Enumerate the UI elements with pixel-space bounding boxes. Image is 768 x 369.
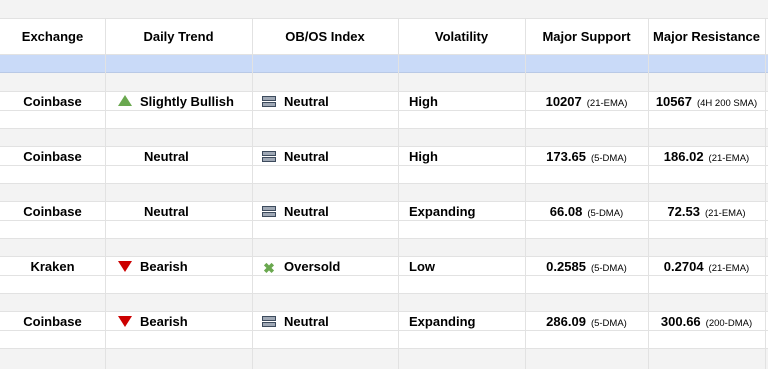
obos-cell[interactable]: ✖ Oversold: [262, 258, 340, 276]
exchange-cell[interactable]: Kraken: [0, 258, 105, 276]
support-note: (5-DMA): [590, 153, 627, 164]
support-cell[interactable]: 10207 (21-EMA): [525, 93, 648, 111]
exchange-cell[interactable]: Coinbase: [0, 148, 105, 166]
obos-cell[interactable]: Neutral: [262, 148, 329, 166]
support-note: (5-DMA): [590, 318, 627, 329]
spacer-row[interactable]: [0, 331, 768, 349]
trend-cell[interactable]: Neutral: [144, 203, 189, 221]
triangle-down-icon: [118, 261, 132, 273]
support-value: 66.08: [549, 204, 583, 219]
spacer-row[interactable]: [0, 111, 768, 129]
resistance-note: (21-EMA): [708, 153, 750, 164]
header-exchange[interactable]: Exchange: [0, 28, 105, 46]
support-value: 286.09: [546, 314, 586, 329]
blue-separator-row[interactable]: [0, 55, 768, 73]
resistance-value: 10567: [655, 94, 692, 109]
obos-label: Neutral: [284, 149, 329, 164]
resistance-value: 0.2704: [663, 259, 704, 274]
neutral-bars-icon: [262, 206, 276, 218]
spacer-row[interactable]: [0, 276, 768, 294]
resistance-note: (200-DMA): [705, 318, 753, 329]
header-major-support[interactable]: Major Support: [525, 28, 648, 46]
trend-cell[interactable]: Bearish: [118, 258, 188, 276]
header-daily-trend[interactable]: Daily Trend: [105, 28, 252, 46]
neutral-bars-icon: [262, 316, 276, 328]
obos-label: Oversold: [284, 259, 341, 274]
spacer-row[interactable]: [0, 166, 768, 184]
volatility-cell[interactable]: Expanding: [409, 203, 475, 221]
top-gap-row: [0, 0, 768, 19]
spacer-row[interactable]: [0, 239, 768, 257]
obos-cell[interactable]: Neutral: [262, 313, 329, 331]
resistance-value: 300.66: [660, 314, 701, 329]
support-value: 0.2585: [546, 259, 586, 274]
resistance-cell[interactable]: 186.02 (21-EMA): [648, 148, 765, 166]
resistance-cell[interactable]: 72.53 (21-EMA): [648, 203, 765, 221]
header-obos-index[interactable]: OB/OS Index: [252, 28, 398, 46]
table-row[interactable]: Coinbase Bearish Neutral Expanding 286.0…: [0, 313, 768, 331]
resistance-note: (21-EMA): [704, 208, 746, 219]
support-cell[interactable]: 0.2585 (5-DMA): [525, 258, 648, 276]
exchange-cell[interactable]: Coinbase: [0, 203, 105, 221]
spacer-row[interactable]: [0, 294, 768, 312]
table-row[interactable]: Coinbase Neutral Neutral High 173.65 (5-D…: [0, 148, 768, 166]
obos-label: Neutral: [284, 314, 329, 329]
trend-label: Bearish: [140, 259, 188, 274]
exchange-cell[interactable]: Coinbase: [0, 313, 105, 331]
resistance-cell[interactable]: 10567 (4H 200 SMA): [648, 93, 765, 111]
obos-label: Neutral: [284, 94, 329, 109]
trend-label: Bearish: [140, 314, 188, 329]
trend-label: Neutral: [144, 149, 189, 164]
spacer-row[interactable]: [0, 184, 768, 202]
triangle-down-icon: [118, 316, 132, 328]
support-note: (5-DMA): [590, 263, 627, 274]
support-note: (5-DMA): [587, 208, 624, 219]
table-row[interactable]: Kraken Bearish ✖ Oversold Low 0.2585 (5-DM…: [0, 258, 768, 276]
resistance-note: (21-EMA): [708, 263, 750, 274]
resistance-value: 186.02: [663, 149, 704, 164]
x-mark-icon: ✖: [263, 259, 275, 276]
triangle-up-icon: [118, 95, 132, 107]
support-value: 173.65: [546, 149, 586, 164]
trend-cell[interactable]: Slightly Bullish: [118, 93, 234, 111]
spacer-row[interactable]: [0, 129, 768, 147]
spacer-row[interactable]: [0, 349, 768, 369]
support-value: 10207: [545, 94, 582, 109]
table-row[interactable]: Coinbase Slightly Bullish Neutral High 1…: [0, 93, 768, 111]
obos-cell[interactable]: Neutral: [262, 203, 329, 221]
spacer-row[interactable]: [0, 221, 768, 239]
volatility-cell[interactable]: High: [409, 148, 438, 166]
trend-label: Slightly Bullish: [140, 94, 234, 109]
neutral-bars-icon: [262, 151, 276, 163]
volatility-cell[interactable]: Low: [409, 258, 435, 276]
trend-cell[interactable]: Bearish: [118, 313, 188, 331]
resistance-note: (4H 200 SMA): [696, 98, 758, 109]
obos-label: Neutral: [284, 204, 329, 219]
neutral-bars-icon: [262, 96, 276, 108]
spacer-row[interactable]: [0, 73, 768, 92]
table-row[interactable]: Coinbase Neutral Neutral Expanding 66.08…: [0, 203, 768, 221]
support-note: (21-EMA): [586, 98, 628, 109]
resistance-value: 72.53: [667, 204, 700, 219]
support-cell[interactable]: 66.08 (5-DMA): [525, 203, 648, 221]
header-row: Exchange Daily Trend OB/OS Index Volatil…: [0, 28, 768, 46]
support-cell[interactable]: 173.65 (5-DMA): [525, 148, 648, 166]
obos-cell[interactable]: Neutral: [262, 93, 329, 111]
volatility-cell[interactable]: High: [409, 93, 438, 111]
header-major-resistance[interactable]: Major Resistance: [648, 28, 765, 46]
resistance-cell[interactable]: 300.66 (200-DMA): [648, 313, 765, 331]
header-volatility[interactable]: Volatility: [398, 28, 525, 46]
volatility-cell[interactable]: Expanding: [409, 313, 475, 331]
trend-label: Neutral: [144, 204, 189, 219]
trend-cell[interactable]: Neutral: [144, 148, 189, 166]
resistance-cell[interactable]: 0.2704 (21-EMA): [648, 258, 765, 276]
support-cell[interactable]: 286.09 (5-DMA): [525, 313, 648, 331]
exchange-cell[interactable]: Coinbase: [0, 93, 105, 111]
